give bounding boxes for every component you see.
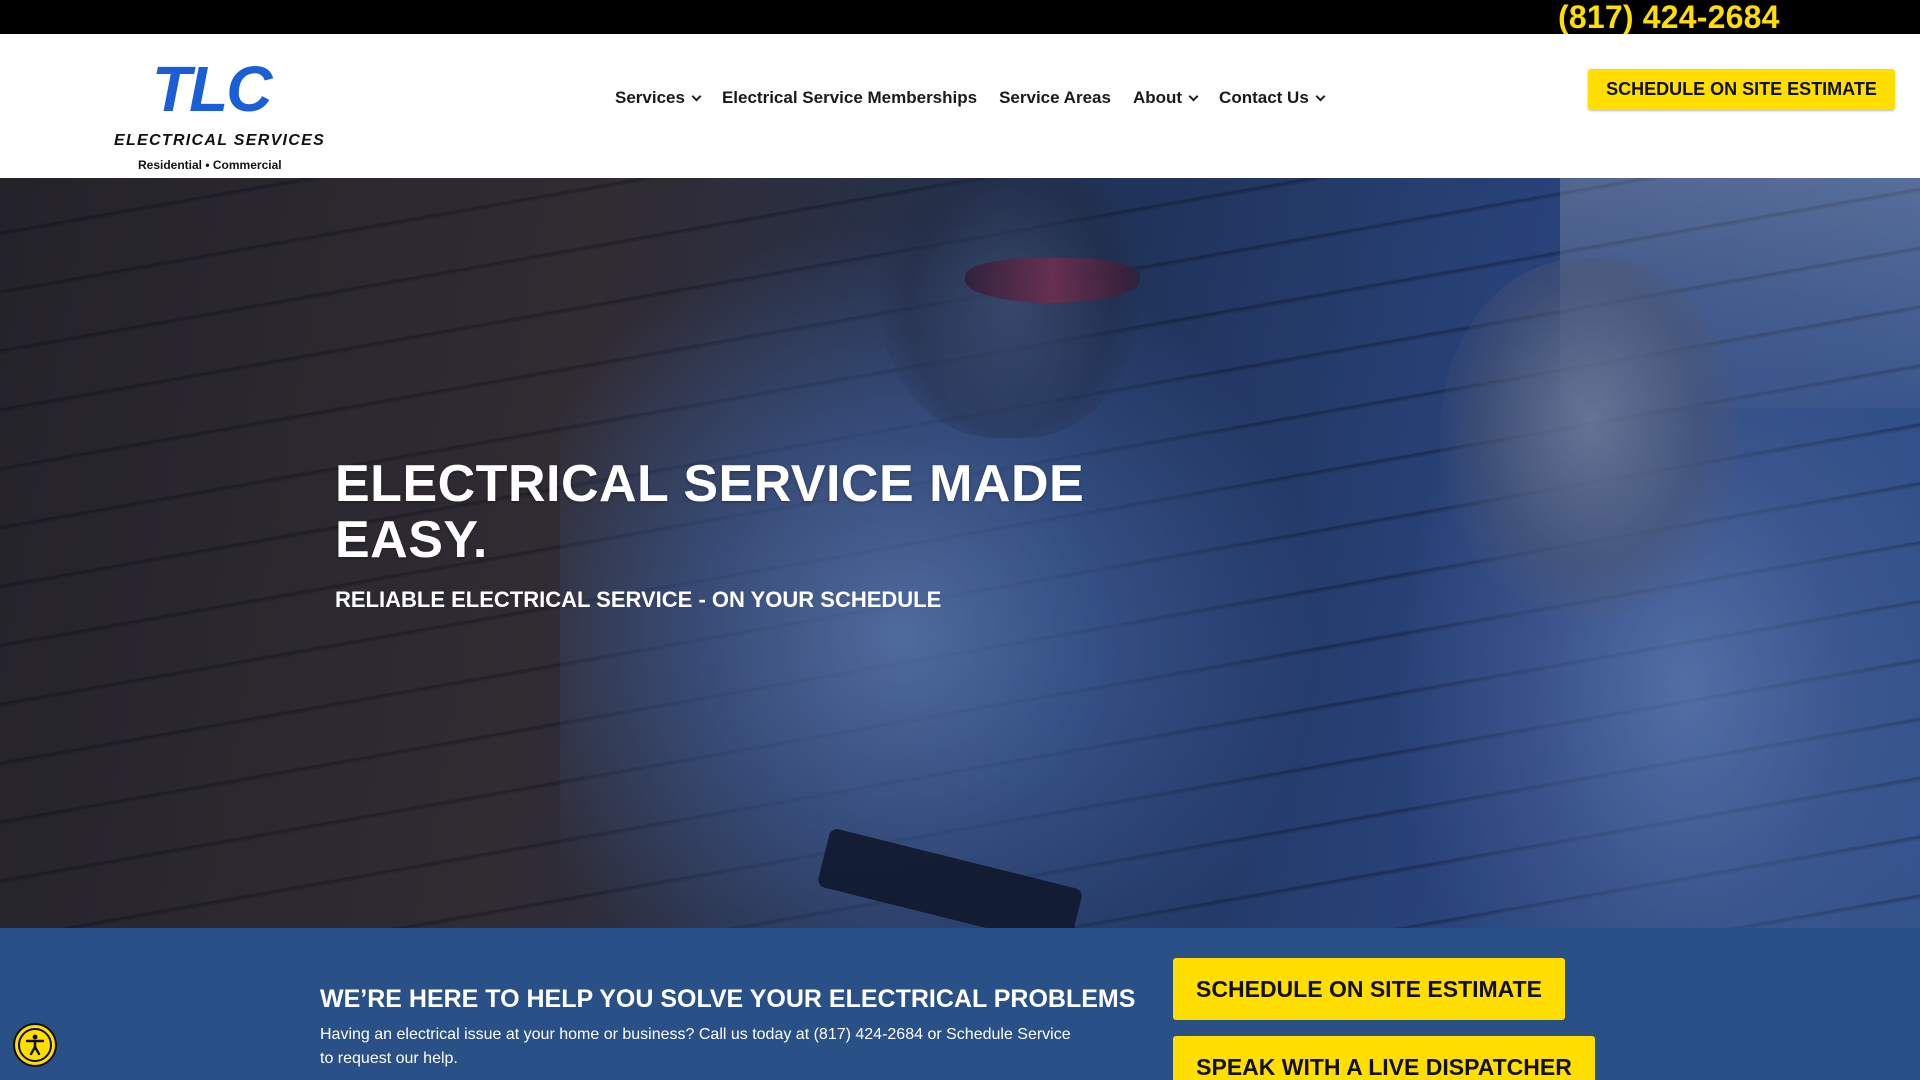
nav-item-contact[interactable]: Contact Us: [1219, 88, 1326, 108]
hero-subtitle: RELIABLE ELECTRICAL SERVICE - ON YOUR SC…: [335, 587, 942, 612]
nav-item-label: Contact Us: [1219, 88, 1309, 107]
site-logo[interactable]: TLC ELECTRICAL SERVICES Residential • Co…: [112, 52, 332, 172]
top-bar: (817) 424-2684: [0, 0, 1920, 34]
nav-item-about[interactable]: About: [1132, 88, 1199, 108]
nav-item-label: Service Areas: [999, 88, 1111, 107]
logo-brand: TLC: [152, 53, 272, 125]
nav-item-service-areas[interactable]: Service Areas: [999, 88, 1111, 108]
nav-item-label: Electrical Service Memberships: [721, 88, 978, 107]
chevron-down-icon: [1188, 91, 1199, 101]
nav-item-label: About: [1132, 88, 1183, 107]
help-title: WE’RE HERE TO HELP YOU SOLVE YOUR ELECTR…: [320, 985, 1136, 1013]
nav-item-label: Services: [615, 88, 685, 107]
help-band: WE’RE HERE TO HELP YOU SOLVE YOUR ELECTR…: [0, 928, 1920, 1080]
hero-title: ELECTRICAL SERVICE MADE EASY.: [335, 455, 1085, 569]
phone-link[interactable]: (817) 424-2684: [1558, 0, 1780, 34]
main-nav: Services Electrical Service Memberships …: [615, 88, 1326, 108]
logo-tagline: Residential • Commercial: [138, 158, 282, 172]
nav-item-memberships[interactable]: Electrical Service Memberships: [722, 88, 977, 108]
schedule-estimate-button[interactable]: SCHEDULE ON SITE ESTIMATE: [1588, 69, 1895, 110]
schedule-estimate-cta[interactable]: SCHEDULE ON SITE ESTIMATE: [1173, 958, 1565, 1020]
chevron-down-icon: [691, 91, 702, 101]
accessibility-button[interactable]: [13, 1023, 57, 1067]
chevron-down-icon: [1315, 91, 1326, 101]
site-header: TLC ELECTRICAL SERVICES Residential • Co…: [0, 34, 1920, 178]
hero-section: ELECTRICAL SERVICE MADE EASY. RELIABLE E…: [0, 178, 1920, 928]
help-text: Having an electrical issue at your home …: [320, 1026, 1071, 1067]
nav-item-services[interactable]: Services: [615, 88, 702, 108]
logo-subtitle: ELECTRICAL SERVICES: [114, 132, 326, 149]
live-dispatcher-button[interactable]: SPEAK WITH A LIVE DISPATCHER: [1173, 1036, 1595, 1080]
accessibility-icon: [18, 1028, 52, 1062]
